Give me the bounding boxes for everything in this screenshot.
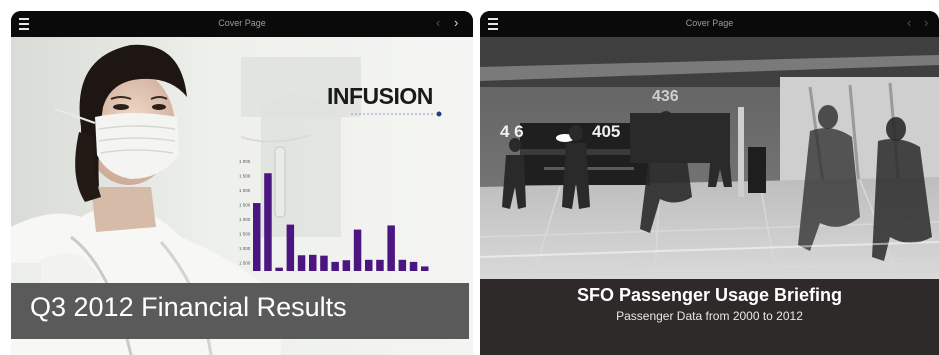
bar [320,255,328,271]
infusion-logo: INFUSION [327,83,447,117]
cover-page-card-sfo: Cover Page ‹ › 4 6 405 436 SFO Passenger… [480,11,939,355]
gate-number-left: 4 6 [500,122,524,141]
y-tick-label: 1 500 [239,174,251,179]
slide-financial-results: INFUSION 1 000 1 500 1 000 1 500 1 000 1 500 1… [11,37,473,355]
y-tick-label: 1 000 [239,246,251,251]
bar [297,255,306,271]
infusion-logo-text: INFUSION [327,83,433,109]
y-tick-label: 1 000 [239,217,251,222]
bar [331,261,339,271]
logo-underline-dots [351,111,442,117]
top-bar: Cover Page ‹ › [11,11,473,37]
slide-title: Q3 2012 Financial Results [30,292,347,322]
y-tick-label: 1 000 [239,159,251,164]
y-tick-label: 1 500 [239,261,251,266]
gate-number-right: 405 [592,122,620,141]
page-title: Cover Page [218,18,266,28]
slide-subtitle: Passenger Data from 2000 to 2012 [616,309,803,323]
slide-title: SFO Passenger Usage Briefing [576,285,843,305]
page-title: Cover Page [685,18,734,28]
bar [253,203,261,271]
bar [398,259,407,271]
bar [387,225,395,271]
top-bar: Cover Page ‹ › [480,11,939,37]
y-tick-label: 1 500 [239,232,251,237]
chevron-right-icon[interactable]: › [454,15,458,31]
cover-page-card-financial: Cover Page ‹ › INFUSION 1 000 1 500 1 00… [11,11,473,355]
y-tick-label: 1 500 [239,203,251,208]
bar [409,261,418,271]
bar [421,266,429,271]
bar [353,229,362,271]
bar [309,254,317,271]
bar [365,259,373,271]
gate-sign-top: 436 [652,88,679,105]
chevron-left-icon[interactable]: ‹ [436,15,440,31]
bar [286,224,295,271]
slide-sfo-briefing: 4 6 405 436 SFO Passenger Usage Briefing… [480,37,939,355]
bar [275,267,283,271]
bar [264,173,272,271]
revenue-bar-chart: 1 000 1 500 1 000 1 500 1 000 1 500 1 000 1 500 [239,159,429,271]
bar [342,260,351,271]
chevron-left-icon[interactable]: ‹ [907,15,911,31]
chevron-right-icon[interactable]: › [924,15,928,31]
bar [376,259,384,271]
y-tick-label: 1 000 [239,188,251,193]
